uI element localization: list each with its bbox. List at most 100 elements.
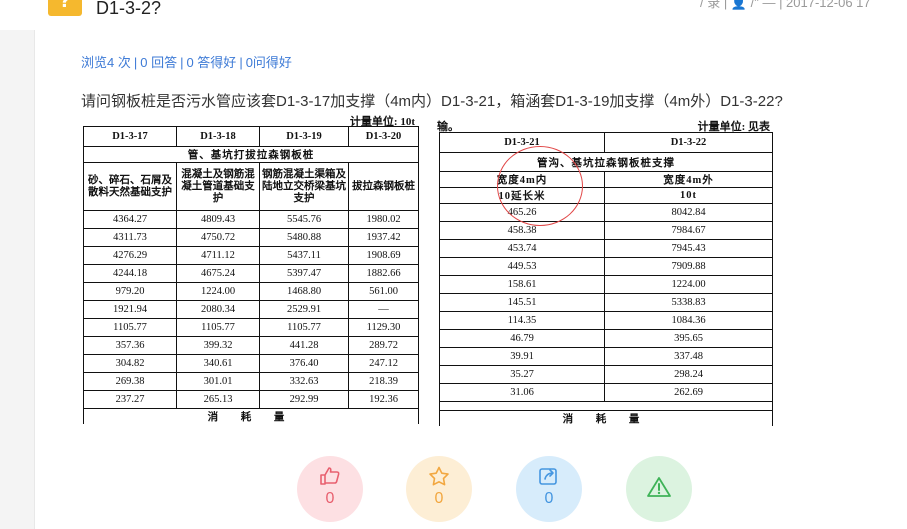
- unit-cell: 10t: [604, 187, 773, 204]
- value-cell: 4364.27: [83, 210, 177, 229]
- desc-cell: 钢筋混凝土渠箱及陆地立交桥梁基坑支护: [259, 162, 349, 211]
- table-row: 979.20 1224.00 1468.80 561.00: [83, 282, 419, 301]
- scanned-table-left: 计量单位: 10t D1-3-17 D1-3-18 D1-3-19 D1-3-2…: [81, 116, 423, 424]
- value-cell: 265.13: [176, 390, 260, 409]
- value-cell: 332.63: [259, 372, 349, 391]
- value-cell: 7945.43: [604, 239, 773, 258]
- value-cell: 289.72: [348, 336, 419, 355]
- value-cell: 4311.73: [83, 228, 177, 247]
- value-cell: 1129.30: [348, 318, 419, 337]
- code-cell: D1-3-19: [259, 126, 349, 147]
- value-cell: 192.36: [348, 390, 419, 409]
- table-row: 39.91 337.48: [439, 347, 773, 366]
- question-header: ? D1-3-2? / 录 | 👤 /" — | 2017-12-06 17: [0, 0, 907, 30]
- value-cell: 247.12: [348, 354, 419, 373]
- like-count: 0: [325, 490, 335, 507]
- answers-count[interactable]: 0 回答: [140, 55, 177, 70]
- value-cell: 1105.77: [176, 318, 260, 337]
- stats-separator: |: [239, 55, 243, 70]
- value-cell: 1980.02: [348, 210, 419, 229]
- favorite-count: 0: [434, 490, 444, 507]
- value-cell: 237.27: [83, 390, 177, 409]
- value-cell: 218.39: [348, 372, 419, 391]
- value-cell: 1937.42: [348, 228, 419, 247]
- value-cell: 5397.47: [259, 264, 349, 283]
- value-cell: 4809.43: [176, 210, 260, 229]
- value-cell: 4711.12: [176, 246, 260, 265]
- desc-cell: 混凝土及钢筋混凝土管道基础支护: [176, 162, 260, 211]
- favorite-button[interactable]: 0: [406, 456, 472, 522]
- value-cell: 292.99: [259, 390, 349, 409]
- table-row: 458.38 7984.67: [439, 221, 773, 240]
- value-cell: 561.00: [348, 282, 419, 301]
- desc-cell: 砂、碎石、石屑及散料天然基础支护: [83, 162, 177, 211]
- scanned-table-right: 输。 计量单位: 见表 D1-3-21 D1-3-22 管沟、基坑拉森钢板桩支撑…: [431, 116, 776, 426]
- table-footer: 消 耗 量: [439, 410, 773, 426]
- code-cell: D1-3-20: [348, 126, 419, 147]
- good-answers-count[interactable]: 0 答得好: [186, 55, 236, 70]
- value-cell: 7909.88: [604, 257, 773, 276]
- value-cell: 5545.76: [259, 210, 349, 229]
- value-cell: 340.61: [176, 354, 260, 373]
- star-icon: [406, 466, 472, 491]
- like-button[interactable]: 0: [297, 456, 363, 522]
- value-cell: 458.38: [439, 221, 605, 240]
- value-cell: 7984.67: [604, 221, 773, 240]
- value-cell: 1105.77: [83, 318, 177, 337]
- value-cell: 8042.84: [604, 203, 773, 222]
- group-title: 管沟、基坑拉森钢板桩支撑: [439, 152, 773, 172]
- value-cell: —: [348, 300, 419, 319]
- value-cell: 337.48: [604, 347, 773, 366]
- value-cell: 262.69: [604, 383, 773, 402]
- table-row: 465.26 8042.84: [439, 203, 773, 222]
- value-cell: 46.79: [439, 329, 605, 348]
- value-cell: 4244.18: [83, 264, 177, 283]
- value-cell: 158.61: [439, 275, 605, 294]
- value-cell: 395.65: [604, 329, 773, 348]
- value-cell: 1468.80: [259, 282, 349, 301]
- code-cell: D1-3-22: [604, 132, 773, 153]
- table-row: 1921.94 2080.34 2529.91—: [83, 300, 419, 319]
- good-questions-count[interactable]: 0问得好: [246, 55, 292, 70]
- red-annotation-circle: [497, 146, 583, 226]
- table-row: 4364.27 4809.43 5545.76 1980.02: [83, 210, 419, 229]
- value-cell: 1882.66: [348, 264, 419, 283]
- report-button[interactable]: [626, 456, 692, 522]
- table-row: 1105.77 1105.77 1105.77 1129.30: [83, 318, 419, 337]
- code-cell: D1-3-18: [176, 126, 260, 147]
- table-row: 46.79 395.65: [439, 329, 773, 348]
- table-row: 4244.18 4675.24 5397.47 1882.66: [83, 264, 419, 283]
- table-body: 4364.27 4809.43 5545.76 1980.02 4311.73 4750.…: [83, 210, 419, 409]
- value-cell: 1224.00: [176, 282, 260, 301]
- value-cell: 449.53: [439, 257, 605, 276]
- table-row: 145.51 5338.83: [439, 293, 773, 312]
- spacer-row: [439, 401, 773, 411]
- desc-cell: 拔拉森钢板桩: [348, 162, 419, 211]
- group-title: 管、基坑打拔拉森钢板桩: [83, 146, 419, 163]
- value-cell: 301.01: [176, 372, 260, 391]
- value-cell: 31.06: [439, 383, 605, 402]
- value-cell: 2080.34: [176, 300, 260, 319]
- share-button[interactable]: 0: [516, 456, 582, 522]
- table-row: 453.74 7945.43: [439, 239, 773, 258]
- question-body: 请问钢板桩是否污水管应该套D1-3-17加支撑（4m内）D1-3-21，箱涵套D…: [81, 93, 783, 110]
- value-cell: 979.20: [83, 282, 177, 301]
- value-cell: 4750.72: [176, 228, 260, 247]
- share-icon: [516, 466, 582, 491]
- quota-table-left: D1-3-17 D1-3-18 D1-3-19 D1-3-20 管、基坑打拔拉森…: [83, 126, 419, 424]
- table-row: 4276.29 4711.12 5437.11 1908.69: [83, 246, 419, 265]
- value-cell: 145.51: [439, 293, 605, 312]
- table-row: 237.27 265.13 292.99 192.36: [83, 390, 419, 409]
- value-cell: 304.82: [83, 354, 177, 373]
- quota-table-right: D1-3-21 D1-3-22 管沟、基坑拉森钢板桩支撑 宽度4m内 宽度4m外…: [439, 132, 773, 426]
- width-cell: 宽度4m外: [604, 171, 773, 188]
- value-cell: 5338.83: [604, 293, 773, 312]
- value-cell: 1921.94: [83, 300, 177, 319]
- value-cell: 39.91: [439, 347, 605, 366]
- value-cell: 1224.00: [604, 275, 773, 294]
- share-count: 0: [544, 490, 554, 507]
- value-cell: 2529.91: [259, 300, 349, 319]
- question-stats: 浏览4 次 | 0 回答 | 0 答得好 | 0问得好: [81, 52, 292, 71]
- value-cell: 441.28: [259, 336, 349, 355]
- views-count[interactable]: 浏览4 次: [81, 55, 131, 70]
